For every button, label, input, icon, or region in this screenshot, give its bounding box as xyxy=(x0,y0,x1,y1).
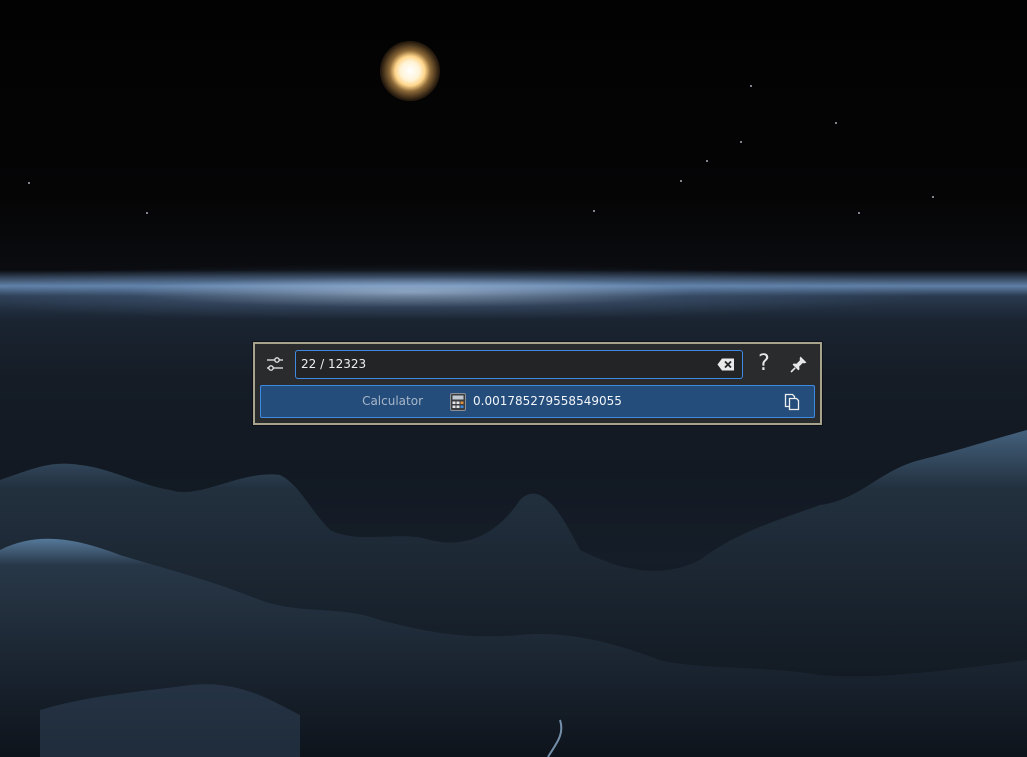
calculator-icon xyxy=(450,393,466,411)
result-item[interactable]: Calculator 0.001785279558549055 xyxy=(260,385,815,418)
result-category: Calculator xyxy=(362,394,423,408)
pin-button[interactable] xyxy=(786,352,812,376)
star xyxy=(28,182,30,184)
star xyxy=(750,85,752,87)
star xyxy=(146,212,148,214)
copy-icon[interactable] xyxy=(784,393,800,411)
configure-icon xyxy=(267,357,283,371)
star xyxy=(680,180,682,182)
sun xyxy=(380,41,440,101)
krunner-toolbar: ? xyxy=(255,344,820,384)
star xyxy=(706,160,708,162)
help-button[interactable]: ? xyxy=(751,350,777,378)
search-field[interactable] xyxy=(295,350,743,379)
clear-button[interactable] xyxy=(716,356,736,373)
desktop-wallpaper: ? Calculator 0.001785279558549055 xyxy=(0,0,1027,757)
result-value: 0.001785279558549055 xyxy=(473,394,622,408)
star xyxy=(932,196,934,198)
pin-icon xyxy=(790,356,807,373)
edit-clear-icon xyxy=(717,358,734,371)
star xyxy=(593,210,595,212)
star xyxy=(740,141,742,143)
star xyxy=(858,212,860,214)
cloud-layer xyxy=(0,430,1027,757)
configure-button[interactable] xyxy=(263,352,287,376)
krunner-window: ? Calculator 0.001785279558549055 xyxy=(253,342,822,425)
star xyxy=(835,122,837,124)
search-input[interactable] xyxy=(296,351,706,378)
